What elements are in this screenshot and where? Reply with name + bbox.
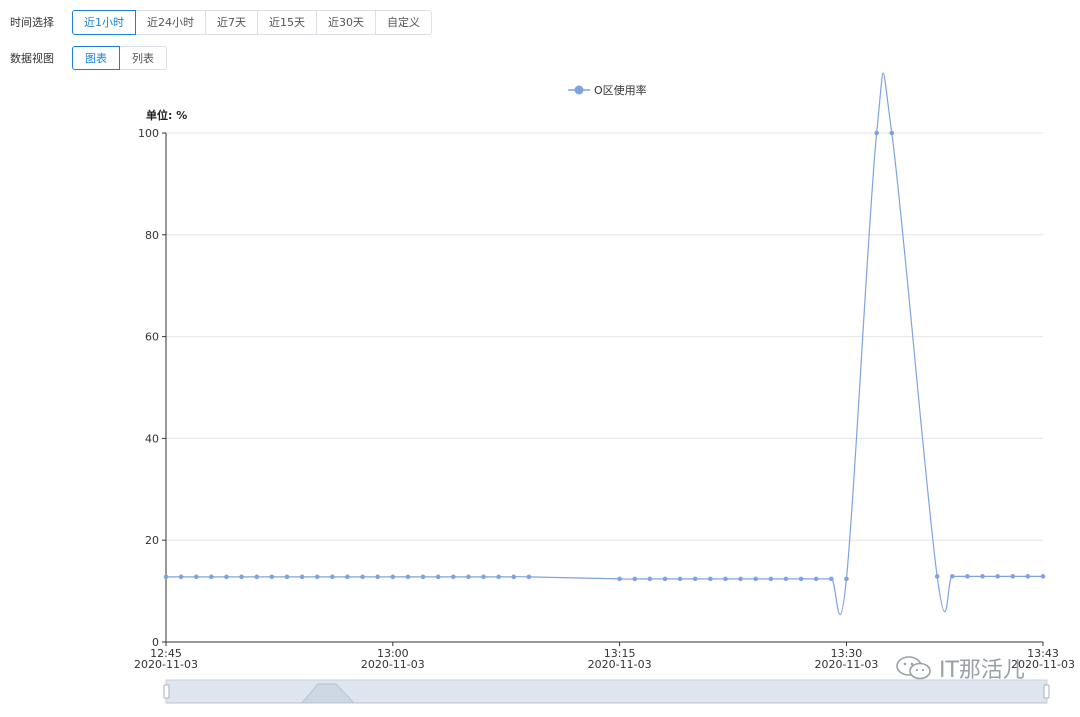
data-point (330, 574, 335, 580)
data-point (617, 576, 622, 582)
usage-line-chart: 02040608010012:452020-11-0313:002020-11-… (134, 72, 1075, 704)
data-point (420, 574, 426, 580)
data-point (1025, 574, 1031, 579)
data-point (798, 576, 804, 582)
data-point (708, 576, 713, 582)
data-point (1010, 574, 1016, 579)
data-point (526, 574, 532, 580)
data-point (965, 574, 970, 579)
data-point (254, 574, 260, 580)
data-point (269, 574, 275, 580)
data-point (738, 576, 743, 582)
y-tick-label: 20 (145, 534, 159, 547)
data-point (178, 574, 184, 580)
legend-marker (574, 85, 584, 95)
data-point (829, 576, 834, 582)
data-point (360, 574, 365, 580)
data-point (995, 574, 1000, 579)
data-point (692, 576, 698, 582)
data-point (768, 576, 774, 582)
data-zoom-handle-end[interactable] (1043, 684, 1050, 699)
data-point (299, 574, 305, 580)
data-point (889, 130, 895, 136)
x-tick-date: 2020-11-03 (814, 658, 878, 671)
unit-label: 单位: % (146, 108, 187, 122)
data-point (753, 576, 759, 582)
data-point (662, 576, 668, 582)
data-point (284, 574, 290, 580)
x-tick-date: 2020-11-03 (361, 658, 425, 671)
watermark: IT那活儿 (895, 651, 1025, 685)
legend-label: O区使用率 (594, 83, 647, 97)
wechat-icon (896, 656, 931, 680)
data-point (163, 574, 169, 580)
data-point (481, 574, 486, 580)
data-point (224, 574, 229, 580)
data-point (723, 576, 728, 582)
data-point (209, 574, 214, 580)
x-tick-date: 2020-11-03 (588, 658, 652, 671)
x-tick-date: 2020-11-03 (134, 658, 198, 671)
data-point (647, 576, 653, 582)
data-point (239, 574, 244, 580)
y-tick-label: 40 (145, 432, 159, 445)
data-point (632, 576, 638, 582)
data-point (934, 574, 940, 579)
data-point (1040, 574, 1046, 579)
data-point (874, 130, 879, 136)
data-point (450, 574, 456, 580)
data-point (677, 576, 683, 582)
data-point (949, 574, 955, 579)
y-tick-label: 60 (145, 331, 159, 344)
data-point (783, 576, 789, 582)
series-line (166, 72, 1044, 615)
data-point (813, 576, 819, 582)
data-point (844, 576, 849, 582)
data-point (193, 574, 199, 580)
watermark-text: IT那活儿 (939, 658, 1025, 683)
data-point (435, 574, 441, 580)
data-point (375, 574, 380, 580)
data-point (390, 574, 396, 580)
data-point (980, 574, 985, 579)
data-point (345, 574, 350, 580)
y-tick-label: 100 (138, 127, 159, 140)
data-point (314, 574, 320, 580)
data-point (496, 574, 501, 580)
data-zoom-handle-start[interactable] (163, 684, 170, 699)
data-point (466, 574, 471, 580)
y-tick-label: 80 (145, 229, 159, 242)
data-point (405, 574, 411, 580)
data-point (511, 574, 517, 580)
